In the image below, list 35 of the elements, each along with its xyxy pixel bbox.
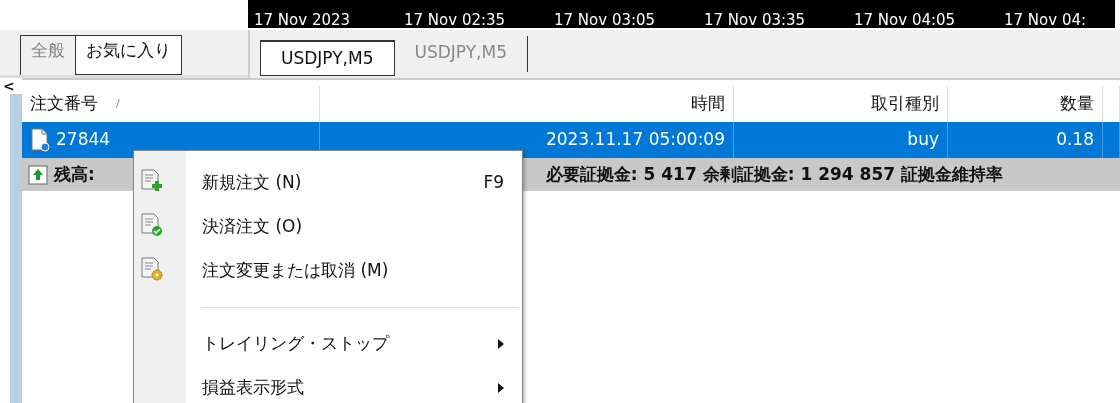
chart-tab[interactable]: USDJPY,M5	[260, 40, 395, 76]
document-plus-icon	[140, 169, 164, 193]
balance-label: 残高:	[54, 162, 95, 186]
tab[interactable]: お気に入り	[76, 35, 182, 75]
table-cell-text: 0.18	[1056, 128, 1094, 152]
axis-label: 17 Nov 02:35	[403, 12, 507, 28]
menu-label: トレイリング・ストップ	[202, 332, 391, 356]
menu-item[interactable]: トレイリング・ストップ	[186, 322, 522, 366]
account-summary: 必要証拠金: 5 417 余剰証拠金: 1 294 857 証拠金維持率	[545, 162, 1003, 186]
table-cell-text: 27844	[56, 128, 111, 152]
sort-icon: /	[116, 95, 120, 113]
table-cell-text: buy	[907, 128, 939, 152]
document-check-icon	[140, 213, 164, 237]
document-gear-icon	[140, 257, 164, 281]
axis-label: 17 Nov 03:05	[553, 12, 657, 28]
menu-label: 決済注文 (O)	[202, 215, 304, 239]
axis-label: 17 Nov 04:05	[853, 12, 957, 28]
document-icon	[30, 128, 50, 152]
menu-item[interactable]: 新規注文 (N) F9	[186, 161, 522, 205]
axis-label: 17 Nov 03:35	[703, 12, 807, 28]
menu-item[interactable]: 損益表示形式	[186, 366, 522, 403]
header-label: 注文番号	[30, 92, 98, 116]
table-row[interactable]: 27844 2023.11.17 05:00:09 buy 0.18	[22, 122, 1120, 158]
shortcut-label: F9	[483, 171, 504, 195]
collapse-button[interactable]: <	[0, 78, 22, 94]
menu-label: 注文変更または取消 (M)	[202, 259, 390, 283]
table-cell-text: 2023.11.17 05:00:09	[545, 128, 725, 152]
submenu-arrow-icon	[498, 383, 504, 393]
submenu-arrow-icon	[498, 339, 504, 349]
axis-label: 17 Nov 2023	[253, 12, 352, 28]
menu-label: 損益表示形式	[202, 376, 305, 400]
axis-label: 17 Nov 04:	[1003, 12, 1088, 28]
menu-label: 新規注文 (N)	[202, 171, 303, 195]
menu-item[interactable]: 注文変更または取消 (M)	[186, 249, 522, 293]
menu-item[interactable]: 決済注文 (O)	[186, 205, 522, 249]
